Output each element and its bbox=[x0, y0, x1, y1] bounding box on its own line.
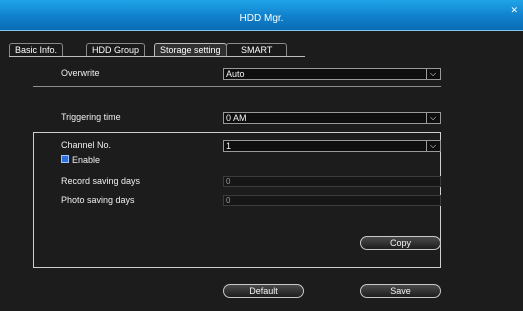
overwrite-value: Auto bbox=[226, 69, 245, 79]
triggering-time-label: Triggering time bbox=[61, 112, 121, 122]
window-title: HDD Mgr. bbox=[239, 13, 284, 24]
tab-storage-setting[interactable]: Storage setting bbox=[154, 43, 227, 57]
title-bar: HDD Mgr. ✕ bbox=[0, 0, 523, 31]
chevron-down-icon[interactable]: ⌵ bbox=[426, 69, 439, 79]
tab-basic-info[interactable]: Basic Info. bbox=[9, 43, 64, 57]
tab-hdd-group[interactable]: HDD Group bbox=[86, 43, 146, 57]
chevron-down-icon[interactable]: ⌵ bbox=[426, 141, 439, 151]
channel-no-label: Channel No. bbox=[61, 140, 112, 150]
channel-no-value: 1 bbox=[226, 141, 232, 151]
record-saving-days-label: Record saving days bbox=[61, 176, 141, 186]
photo-saving-days-label: Photo saving days bbox=[61, 195, 135, 205]
tab-underline bbox=[9, 56, 305, 57]
copy-button[interactable]: Copy bbox=[360, 236, 441, 250]
triggering-time-select[interactable]: 0 AM ⌵ bbox=[223, 112, 441, 124]
photo-saving-days-input[interactable]: 0 bbox=[223, 195, 441, 206]
default-button[interactable]: Default bbox=[223, 284, 304, 298]
enable-checkbox[interactable] bbox=[61, 155, 69, 163]
triggering-time-value: 0 AM bbox=[226, 113, 247, 123]
close-icon[interactable]: ✕ bbox=[510, 5, 518, 16]
record-saving-days-input[interactable]: 0 bbox=[223, 176, 441, 187]
save-button[interactable]: Save bbox=[360, 284, 441, 298]
overwrite-label: Overwrite bbox=[61, 68, 100, 78]
overwrite-select[interactable]: Auto ⌵ bbox=[223, 68, 441, 80]
chevron-down-icon[interactable]: ⌵ bbox=[426, 113, 439, 123]
channel-no-select[interactable]: 1 ⌵ bbox=[223, 140, 441, 152]
divider bbox=[33, 86, 441, 87]
enable-label: Enable bbox=[72, 155, 101, 165]
tab-smart[interactable]: SMART bbox=[226, 43, 288, 57]
